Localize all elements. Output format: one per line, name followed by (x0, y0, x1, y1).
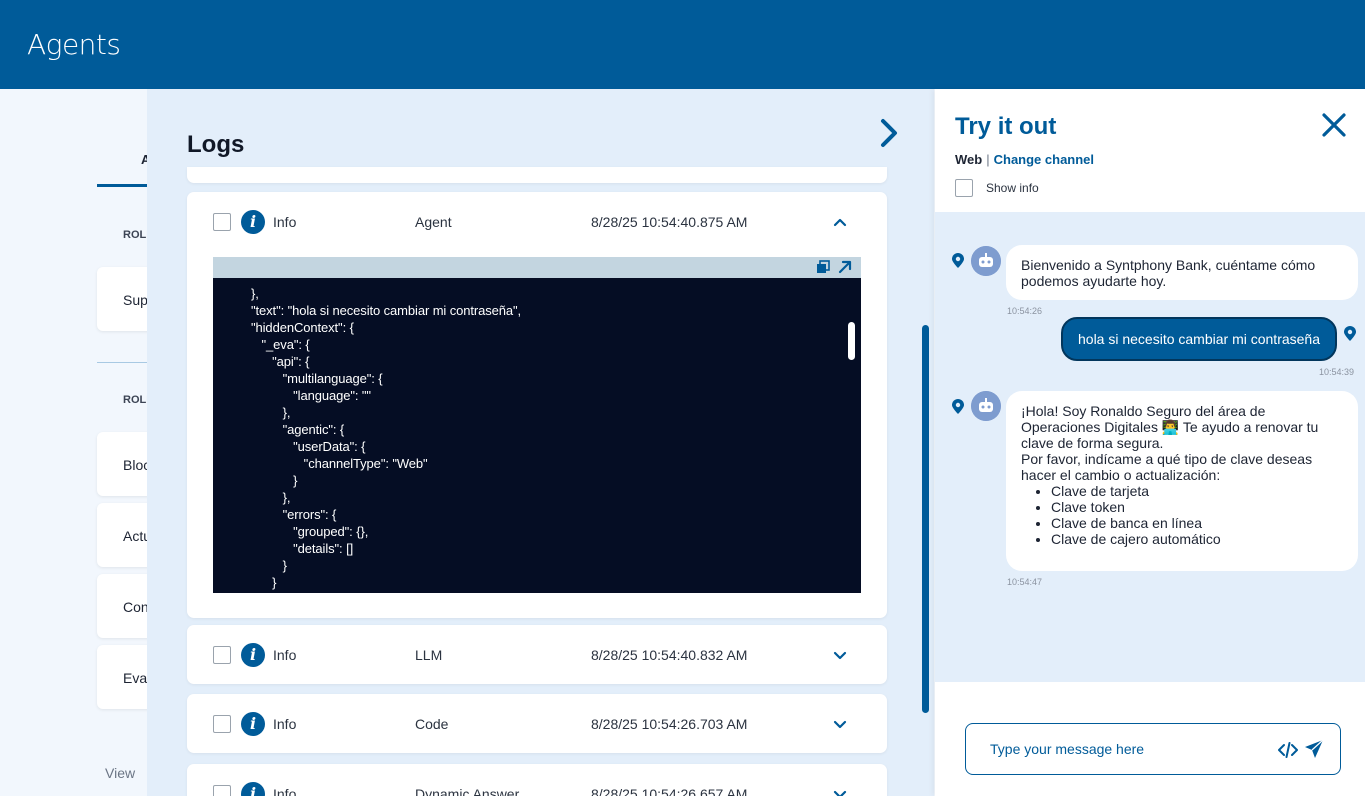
open-external-icon[interactable] (837, 259, 853, 275)
info-icon: i (241, 643, 265, 667)
user-message: hola si necesito cambiar mi contraseña (1061, 317, 1337, 361)
log-level: Info (273, 214, 297, 230)
copy-icon[interactable] (816, 260, 830, 274)
message-time: 10:54:47 (1007, 577, 1043, 587)
location-pin-icon (952, 253, 964, 268)
current-channel: Web (955, 152, 983, 167)
log-select-checkbox[interactable] (213, 213, 231, 231)
log-level: Info (273, 786, 297, 796)
location-pin-icon (1344, 326, 1356, 341)
message-time: 10:54:39 (1319, 367, 1355, 377)
message-time: 10:54:26 (1007, 306, 1043, 316)
logs-title: Logs (187, 131, 245, 158)
log-source: LLM (415, 647, 443, 663)
log-entry-header[interactable]: i Info Agent 8/28/25 10:54:40.875 AM (187, 192, 887, 252)
info-icon: i (241, 712, 265, 736)
bot-avatar-icon (971, 391, 1001, 421)
chevron-up-icon[interactable] (831, 213, 849, 231)
show-info-label: Show info (986, 181, 1039, 195)
option-item: Clave token (1051, 499, 1343, 515)
message-input-box (965, 723, 1341, 775)
log-timestamp: 8/28/25 10:54:40.832 AM (591, 647, 748, 663)
info-icon: i (241, 210, 265, 234)
option-item: Clave de tarjeta (1051, 483, 1343, 499)
log-json-content: }, "text": "hola si necesito cambiar mi … (251, 286, 522, 590)
log-timestamp: 8/28/25 10:54:26.657 AM (591, 786, 748, 796)
log-json-viewer[interactable]: }, "text": "hola si necesito cambiar mi … (213, 278, 861, 593)
try-it-out-panel: Try it out Web | Change channel Show info … (935, 89, 1365, 796)
log-entry-header[interactable]: i Info Dynamic Answer 8/28/25 10:54:26.6… (187, 764, 887, 796)
channel-row: Web | Change channel (955, 152, 1094, 167)
log-timestamp: 8/28/25 10:54:40.875 AM (591, 214, 748, 230)
option-item: Clave de cajero automático (1051, 531, 1343, 547)
log-entry-previous[interactable] (187, 167, 887, 183)
code-scrollbar[interactable] (848, 322, 855, 360)
log-entry-header[interactable]: i Info Code 8/28/25 10:54:26.703 AM (187, 694, 887, 754)
option-item: Clave de banca en línea (1051, 515, 1343, 531)
message-input[interactable] (990, 738, 1270, 760)
log-entry: i Info Agent 8/28/25 10:54:40.875 AM }, … (187, 192, 887, 618)
log-level: Info (273, 716, 297, 732)
option-list: Clave de tarjeta Clave token Clave de ba… (1021, 483, 1343, 547)
bot-avatar-icon (971, 246, 1001, 276)
bot-message-intro: ¡Hola! Soy Ronaldo Seguro del área de Op… (1021, 403, 1319, 451)
code-toolbar (213, 257, 861, 278)
close-icon[interactable] (1321, 112, 1347, 138)
try-it-out-title: Try it out (955, 113, 1057, 140)
bot-message-body: Por favor, indícame a qué tipo de clave … (1021, 451, 1313, 483)
log-timestamp: 8/28/25 10:54:26.703 AM (591, 716, 748, 732)
logs-scrollbar[interactable] (922, 325, 929, 713)
code-icon[interactable] (1278, 741, 1298, 759)
log-select-checkbox[interactable] (213, 785, 231, 796)
chevron-down-icon[interactable] (831, 715, 849, 733)
app-header: Agents (0, 0, 1365, 89)
log-select-checkbox[interactable] (213, 646, 231, 664)
log-level: Info (273, 647, 297, 663)
chat-messages: Bienvenido a Syntphony Bank, cuéntame có… (935, 212, 1365, 682)
channel-separator: | (986, 152, 990, 167)
log-entry[interactable]: i Info LLM 8/28/25 10:54:40.832 AM (187, 625, 887, 684)
chevron-right-icon[interactable] (877, 117, 903, 149)
log-entry[interactable]: i Info Dynamic Answer 8/28/25 10:54:26.6… (187, 764, 887, 796)
info-icon: i (241, 782, 265, 796)
log-entry[interactable]: i Info Code 8/28/25 10:54:26.703 AM (187, 694, 887, 753)
log-source: Dynamic Answer (415, 786, 520, 796)
chevron-down-icon[interactable] (831, 785, 849, 796)
send-icon[interactable] (1304, 739, 1324, 759)
bot-message: Bienvenido a Syntphony Bank, cuéntame có… (1006, 245, 1358, 300)
logs-panel: Logs i Info Agent 8/28/25 10:54:40.875 A… (147, 89, 934, 796)
log-select-checkbox[interactable] (213, 715, 231, 733)
log-source: Code (415, 716, 449, 732)
view-link[interactable]: View (105, 765, 135, 781)
bot-message: ¡Hola! Soy Ronaldo Seguro del área de Op… (1006, 391, 1358, 571)
location-pin-icon (952, 399, 964, 414)
chevron-down-icon[interactable] (831, 646, 849, 664)
change-channel-link[interactable]: Change channel (994, 152, 1094, 167)
show-info-checkbox[interactable] (955, 179, 973, 197)
log-source: Agent (415, 214, 452, 230)
log-entry-header[interactable]: i Info LLM 8/28/25 10:54:40.832 AM (187, 625, 887, 685)
page-title: Agents (27, 28, 121, 61)
